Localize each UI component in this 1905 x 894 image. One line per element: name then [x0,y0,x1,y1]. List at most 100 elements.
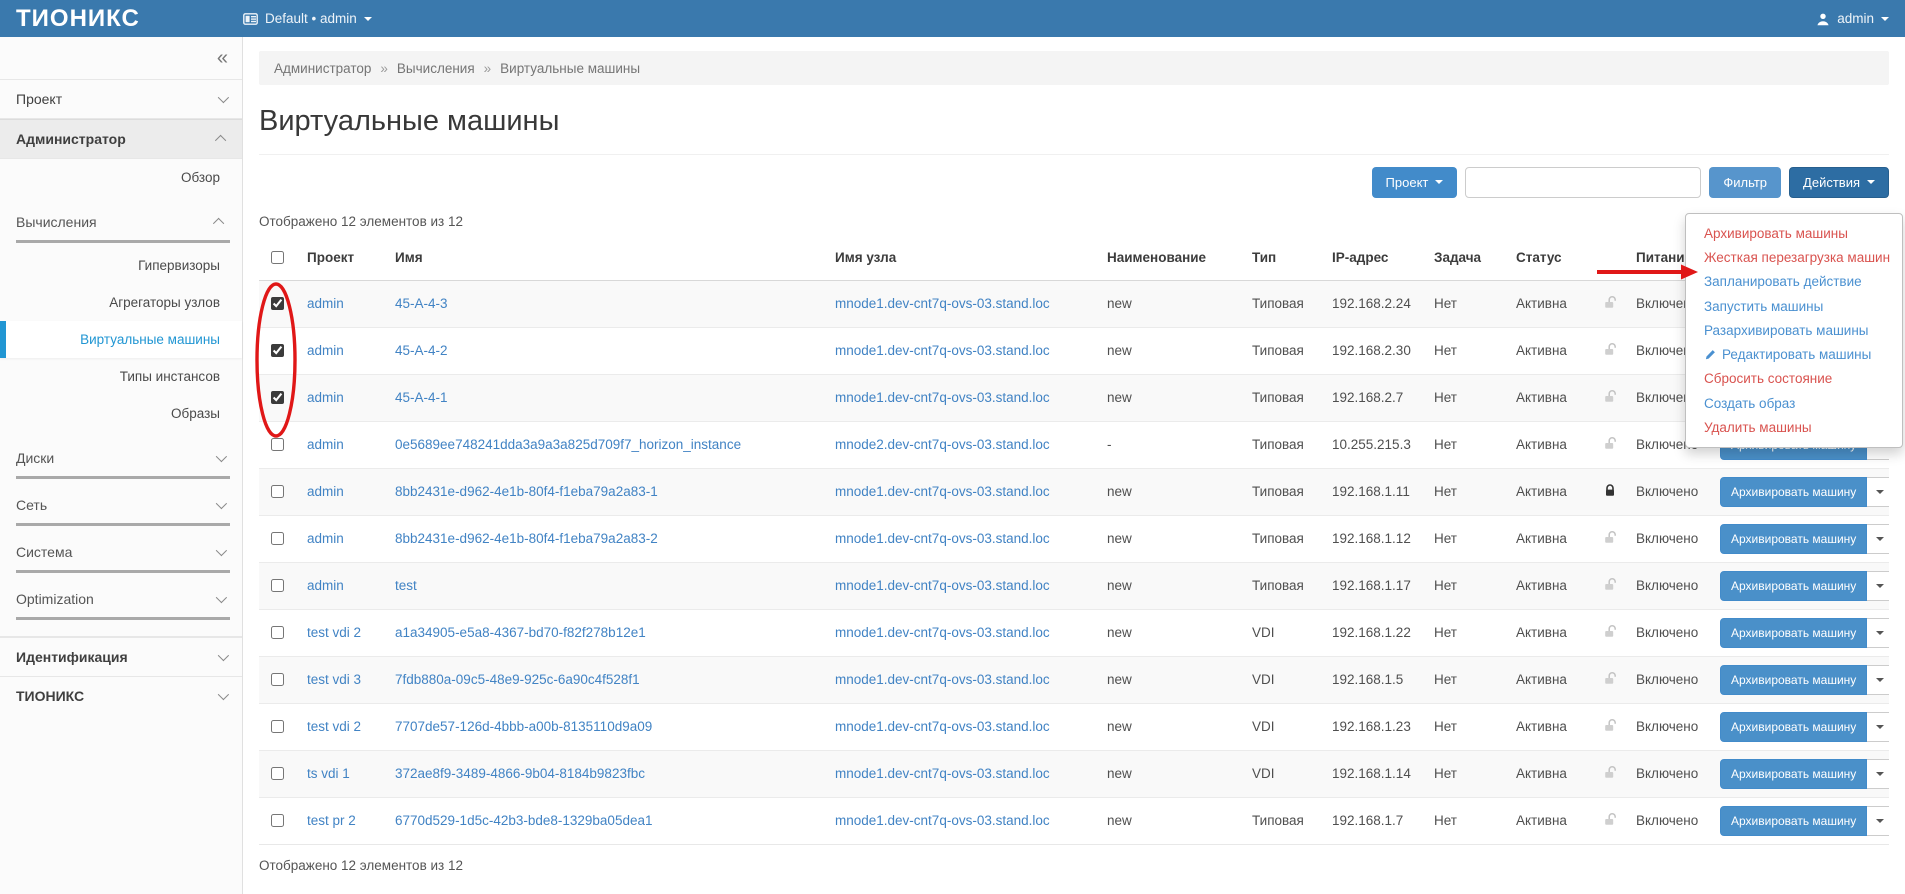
row-checkbox[interactable] [271,673,284,686]
menu-item[interactable]: Разархивировать машины [1686,318,1902,342]
sidebar-collapse-button[interactable]: « [217,48,228,68]
sidebar-item-images[interactable]: Образы [0,395,242,432]
column-header-ip[interactable]: IP-адрес [1324,235,1426,281]
table-row[interactable]: admin 8bb2431e-d962-4e1b-80f4-f1eba79a2a… [259,468,1889,515]
host-link[interactable]: mnode2.dev-cnt7q-ovs-03.stand.loc [835,437,1050,452]
project-link[interactable]: test vdi 3 [307,672,361,687]
host-link[interactable]: mnode1.dev-cnt7q-ovs-03.stand.loc [835,296,1050,311]
row-checkbox[interactable] [271,767,284,780]
project-link[interactable]: admin [307,390,344,405]
project-link[interactable]: admin [307,343,344,358]
column-header-status[interactable]: Статус [1508,235,1592,281]
vm-name-link[interactable]: a1a34905-e5a8-4367-bd70-f82f278b12e1 [395,625,646,640]
row-checkbox[interactable] [271,814,284,827]
project-link[interactable]: admin [307,296,344,311]
sidebar-item-virtual-machines[interactable]: Виртуальные машины [0,321,242,358]
sidebar-group-optimization[interactable]: Optimization [16,585,230,620]
project-link[interactable]: test vdi 2 [307,625,361,640]
table-row[interactable]: admin 0e5689ee748241dda3a9a3a825d709f7_h… [259,421,1889,468]
project-link[interactable]: ts vdi 1 [307,766,350,781]
table-row[interactable]: test vdi 2 7707de57-126d-4bbb-a00b-81351… [259,703,1889,750]
table-row[interactable]: admin 45-A-4-2 mnode1.dev-cnt7q-ovs-03.s… [259,327,1889,374]
archive-vm-button[interactable]: Архивировать машину [1720,618,1867,648]
archive-vm-button[interactable]: Архивировать машину [1720,477,1867,507]
row-actions-toggle[interactable] [1867,571,1889,601]
filter-button[interactable]: Фильтр [1709,167,1781,198]
table-row[interactable]: test vdi 3 7fdb880a-09c5-48e9-925c-6a90c… [259,656,1889,703]
column-header-description[interactable]: Наименование [1099,235,1244,281]
archive-vm-button[interactable]: Архивировать машину [1720,759,1867,789]
row-checkbox[interactable] [271,485,284,498]
host-link[interactable]: mnode1.dev-cnt7q-ovs-03.stand.loc [835,531,1050,546]
host-link[interactable]: mnode1.dev-cnt7q-ovs-03.stand.loc [835,672,1050,687]
host-link[interactable]: mnode1.dev-cnt7q-ovs-03.stand.loc [835,578,1050,593]
row-checkbox[interactable] [271,438,284,451]
vm-name-link[interactable]: 45-A-4-3 [395,296,448,311]
host-link[interactable]: mnode1.dev-cnt7q-ovs-03.stand.loc [835,766,1050,781]
vm-name-link[interactable]: 372ae8f9-3489-4866-9b04-8184b9823fbc [395,766,645,781]
archive-vm-button[interactable]: Архивировать машину [1720,665,1867,695]
menu-item[interactable]: Запланировать действие [1686,270,1902,294]
project-link[interactable]: admin [307,437,344,452]
host-link[interactable]: mnode1.dev-cnt7q-ovs-03.stand.loc [835,625,1050,640]
search-input[interactable] [1465,167,1701,198]
vm-name-link[interactable]: 7fdb880a-09c5-48e9-925c-6a90c4f528f1 [395,672,640,687]
project-link[interactable]: admin [307,531,344,546]
vm-name-link[interactable]: 0e5689ee748241dda3a9a3a825d709f7_horizon… [395,437,741,452]
table-row[interactable]: test vdi 2 a1a34905-e5a8-4367-bd70-f82f2… [259,609,1889,656]
menu-item[interactable]: Сбросить состояние [1686,367,1902,391]
menu-item[interactable]: Запустить машины [1686,294,1902,318]
row-actions-toggle[interactable] [1867,806,1889,836]
column-header-project[interactable]: Проект [299,235,387,281]
sidebar-item-host-aggregates[interactable]: Агрегаторы узлов [0,284,242,321]
row-actions-toggle[interactable] [1867,477,1889,507]
breadcrumb-link-compute[interactable]: Вычисления [397,61,475,76]
sidebar-item-overview[interactable]: Обзор [0,159,242,196]
sidebar-group-system[interactable]: Система [16,538,230,573]
archive-vm-button[interactable]: Архивировать машину [1720,524,1867,554]
project-link[interactable]: admin [307,484,344,499]
sidebar-section-identity[interactable]: Идентификация [0,637,242,676]
table-row[interactable]: admin test mnode1.dev-cnt7q-ovs-03.stand… [259,562,1889,609]
row-actions-toggle[interactable] [1867,712,1889,742]
row-checkbox[interactable] [271,344,284,357]
brand-logo[interactable]: ТИОНИКС [0,5,243,33]
host-link[interactable]: mnode1.dev-cnt7q-ovs-03.stand.loc [835,343,1050,358]
sidebar-group-compute[interactable]: Вычисления [16,208,230,243]
sidebar-group-volumes[interactable]: Диски [16,444,230,479]
column-header-name[interactable]: Имя [387,235,827,281]
table-row[interactable]: admin 45-A-4-3 mnode1.dev-cnt7q-ovs-03.s… [259,280,1889,327]
row-checkbox[interactable] [271,579,284,592]
archive-vm-button[interactable]: Архивировать машину [1720,806,1867,836]
sidebar-item-flavors[interactable]: Типы инстансов [0,358,242,395]
row-checkbox[interactable] [271,532,284,545]
sidebar-section-tionix[interactable]: ТИОНИКС [0,676,242,715]
project-link[interactable]: test vdi 2 [307,719,361,734]
row-actions-toggle[interactable] [1867,618,1889,648]
sidebar-item-hypervisors[interactable]: Гипервизоры [0,247,242,284]
archive-vm-button[interactable]: Архивировать машину [1720,712,1867,742]
column-header-task[interactable]: Задача [1426,235,1508,281]
vm-name-link[interactable]: 8bb2431e-d962-4e1b-80f4-f1eba79a2a83-1 [395,484,658,499]
vm-name-link[interactable]: 8bb2431e-d962-4e1b-80f4-f1eba79a2a83-2 [395,531,658,546]
archive-vm-button[interactable]: Архивировать машину [1720,571,1867,601]
vm-name-link[interactable]: 7707de57-126d-4bbb-a00b-8135110d9a09 [395,719,652,734]
table-row[interactable]: ts vdi 1 372ae8f9-3489-4866-9b04-8184b98… [259,750,1889,797]
row-checkbox[interactable] [271,391,284,404]
menu-item[interactable]: Редактировать машины [1686,342,1902,366]
context-switcher[interactable]: Default • admin [243,11,372,26]
table-row[interactable]: test pr 2 6770d529-1d5c-42b3-bde8-1329ba… [259,797,1889,844]
menu-item[interactable]: Создать образ [1686,391,1902,415]
row-actions-toggle[interactable] [1867,759,1889,789]
host-link[interactable]: mnode1.dev-cnt7q-ovs-03.stand.loc [835,813,1050,828]
column-header-host[interactable]: Имя узла [827,235,1099,281]
row-actions-toggle[interactable] [1867,665,1889,695]
row-actions-toggle[interactable] [1867,524,1889,554]
menu-item[interactable]: Архивировать машины [1686,221,1902,245]
user-menu[interactable]: admin [1816,11,1905,26]
select-all-checkbox[interactable] [271,251,284,264]
column-header-type[interactable]: Тип [1244,235,1324,281]
table-row[interactable]: admin 8bb2431e-d962-4e1b-80f4-f1eba79a2a… [259,515,1889,562]
host-link[interactable]: mnode1.dev-cnt7q-ovs-03.stand.loc [835,484,1050,499]
host-link[interactable]: mnode1.dev-cnt7q-ovs-03.stand.loc [835,719,1050,734]
